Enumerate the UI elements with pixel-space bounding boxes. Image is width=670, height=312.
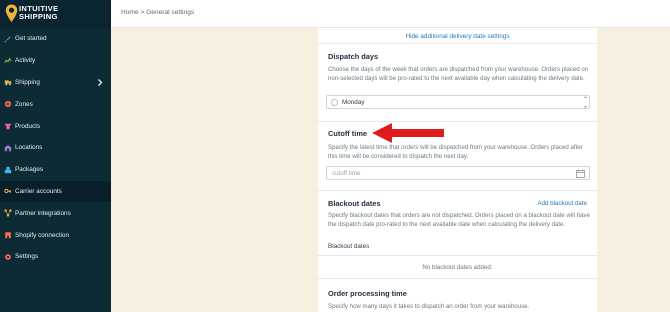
sidebar-item-products[interactable]: Products	[0, 115, 111, 137]
integrations-icon	[4, 209, 12, 217]
gear-icon	[5, 254, 11, 260]
no-blackout-dates-message: No blackout dates added.	[422, 264, 493, 271]
sidebar-item-locations[interactable]: Locations	[0, 137, 111, 159]
breadcrumb-current: General settings	[146, 9, 195, 16]
sidebar-item-label: Partner integrations	[15, 209, 71, 217]
red-arrow-annotation	[372, 123, 444, 143]
rocket-icon	[4, 36, 11, 43]
blackout-dates-description: Specify blackout dates that orders are n…	[328, 212, 590, 229]
sidebar-item-label: Locations	[15, 144, 43, 152]
sidebar-item-shipping[interactable]: Shipping	[0, 72, 111, 94]
sidebar-item-get-started[interactable]: Get started	[0, 28, 111, 50]
divider	[318, 43, 597, 44]
sidebar-nav: Get started Activity Shipping Zones Prod…	[0, 28, 111, 268]
warehouse-icon	[4, 145, 12, 152]
sidebar-item-packages[interactable]: Packages	[0, 159, 111, 181]
order-processing-title: Order processing time	[328, 289, 407, 298]
sidebar-item-zones[interactable]: Zones	[0, 93, 111, 115]
delivery-date-settings-card: Hide additional delivery date settings D…	[318, 28, 597, 312]
order-processing-description: Specify how many days it takes to dispat…	[328, 303, 530, 310]
sidebar: INTUITIVE SHIPPING Get started Activity …	[0, 0, 111, 312]
truck-icon	[4, 80, 12, 86]
shop-icon	[4, 232, 12, 239]
sidebar-item-label: Carrier accounts	[15, 187, 62, 195]
sidebar-item-label: Shipping	[15, 78, 40, 86]
divider	[318, 255, 597, 256]
cutoff-time-title: Cutoff time	[328, 129, 367, 138]
activity-icon	[4, 57, 12, 63]
top-bar: Home > General settings	[111, 0, 670, 28]
globe-icon	[4, 101, 12, 108]
sidebar-item-activity[interactable]: Activity	[0, 50, 111, 72]
sidebar-item-shopify-connection[interactable]: Shopify connection	[0, 224, 111, 246]
boxes-icon	[4, 166, 12, 173]
brand-line2: SHIPPING	[19, 12, 58, 22]
add-blackout-date-link[interactable]: Add blackout date	[537, 200, 587, 207]
dispatch-days-list: Monday	[326, 95, 590, 109]
sidebar-item-label: Packages	[15, 166, 44, 174]
divider	[318, 121, 597, 122]
key-icon	[4, 189, 12, 194]
sidebar-item-label: Shopify connection	[15, 231, 70, 239]
sidebar-item-partner-integrations[interactable]: Partner integrations	[0, 202, 111, 224]
tshirt-icon	[4, 123, 12, 130]
divider	[318, 190, 597, 191]
sidebar-item-label: Get started	[15, 35, 47, 43]
cutoff-time-input[interactable]: cutoff time	[326, 166, 590, 180]
brand-name: INTUITIVE SHIPPING	[19, 4, 58, 22]
list-scrollbar[interactable]	[584, 96, 587, 108]
dispatch-days-title: Dispatch days	[328, 52, 379, 61]
sidebar-item-label: Products	[15, 122, 41, 130]
sidebar-item-label: Settings	[15, 253, 39, 261]
sidebar-item-carrier-accounts[interactable]: Carrier accounts	[0, 180, 111, 203]
hide-additional-settings-link[interactable]: Hide additional delivery date settings	[318, 33, 597, 40]
blackout-dates-title: Blackout dates	[328, 199, 381, 208]
calendar-icon[interactable]	[576, 169, 585, 178]
sidebar-item-label: Activity	[15, 57, 36, 65]
monday-label: Monday	[342, 99, 365, 106]
brand[interactable]: INTUITIVE SHIPPING	[0, 0, 111, 28]
breadcrumb: Home > General settings	[121, 9, 194, 16]
breadcrumb-separator: >	[140, 9, 145, 16]
dispatch-days-description: Choose the days of the week that orders …	[328, 66, 589, 83]
chevron-right-icon	[98, 78, 103, 86]
sidebar-item-settings[interactable]: Settings	[0, 246, 111, 268]
sidebar-item-label: Zones	[15, 100, 33, 108]
divider	[318, 278, 597, 279]
breadcrumb-home[interactable]: Home	[121, 9, 139, 16]
cutoff-time-description: Specify the latest time that orders will…	[328, 144, 583, 161]
blackout-dates-label: Blackout dates	[328, 243, 370, 250]
cutoff-time-placeholder: cutoff time	[332, 170, 361, 177]
monday-checkbox[interactable]	[331, 99, 338, 106]
location-pin-logo-icon	[5, 4, 18, 22]
